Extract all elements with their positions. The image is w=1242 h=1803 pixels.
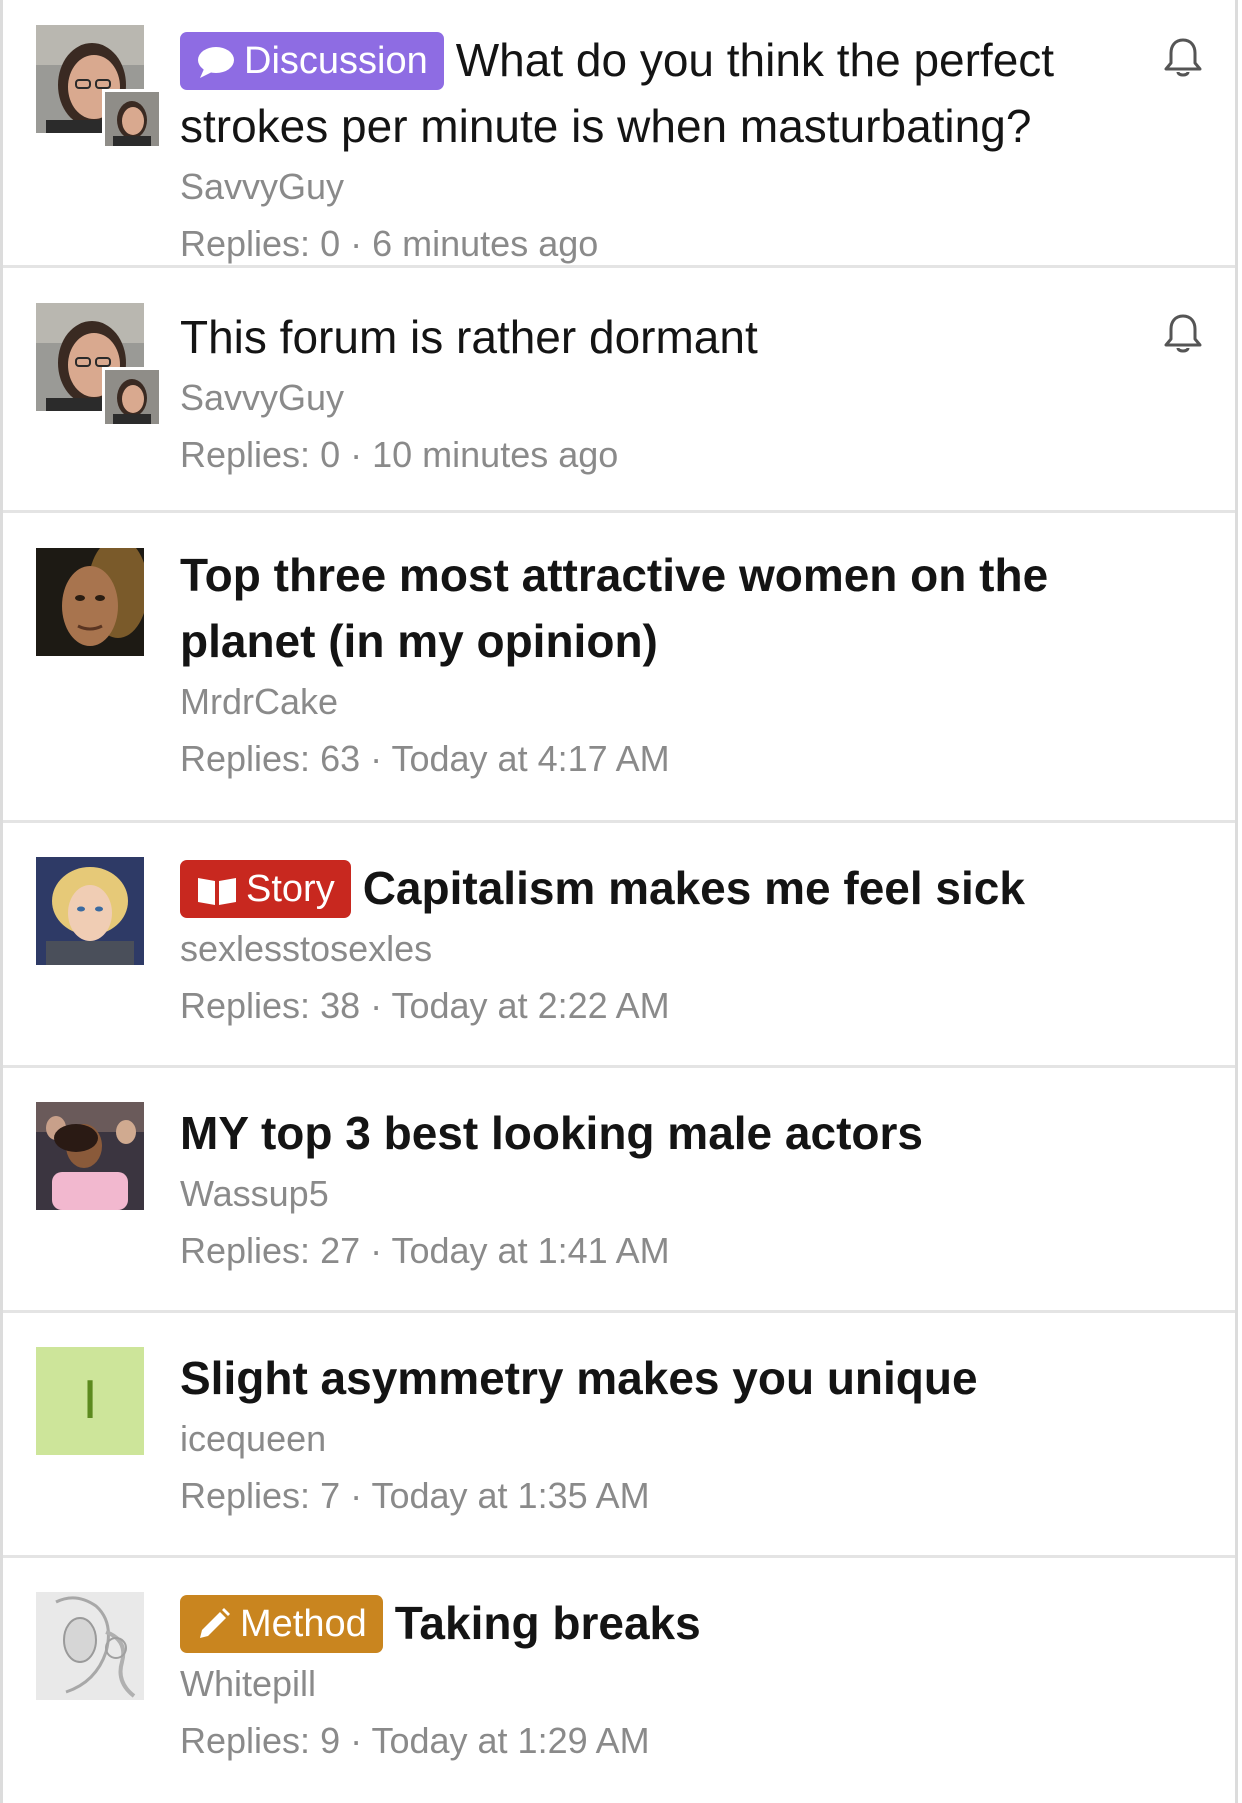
reply-count: Replies: 7 bbox=[180, 1475, 341, 1516]
thread-title[interactable]: Top three most attractive women on the p… bbox=[180, 542, 1167, 674]
thread-list: Discussion What do you think the perfect … bbox=[0, 0, 1238, 1803]
last-post-time[interactable]: Today at 4:17 AM bbox=[391, 738, 669, 779]
meta-separator: · bbox=[350, 1720, 363, 1761]
last-post-time[interactable]: Today at 2:22 AM bbox=[391, 985, 669, 1026]
meta-separator: · bbox=[350, 1475, 363, 1516]
thread-meta: Replies: 0 · 10 minutes ago bbox=[180, 429, 1167, 481]
meta-separator: · bbox=[370, 985, 383, 1026]
prefix-label: Story bbox=[246, 868, 335, 910]
thread-author[interactable]: SavvyGuy bbox=[180, 372, 1167, 424]
prefix-discussion[interactable]: Discussion bbox=[180, 32, 444, 90]
thread-author[interactable]: SavvyGuy bbox=[180, 161, 1167, 213]
last-poster-avatar[interactable] bbox=[102, 367, 162, 427]
bell-icon[interactable] bbox=[1161, 312, 1205, 356]
avatar-photo bbox=[36, 548, 144, 656]
thread-meta: Replies: 27 · Today at 1:41 AM bbox=[180, 1225, 1167, 1277]
thread-author[interactable]: icequeen bbox=[180, 1413, 1167, 1465]
avatar-photo bbox=[36, 857, 144, 965]
thread-author[interactable]: sexlesstosexles bbox=[180, 923, 1167, 975]
thread-title[interactable]: Story Capitalism makes me feel sick bbox=[180, 855, 1167, 921]
avatar[interactable] bbox=[36, 548, 144, 656]
avatar[interactable] bbox=[36, 25, 162, 149]
reply-count: Replies: 63 bbox=[180, 738, 361, 779]
avatar-photo bbox=[36, 1592, 144, 1700]
avatar[interactable]: I bbox=[36, 1347, 144, 1455]
pencil-icon bbox=[196, 1601, 232, 1659]
last-poster-avatar[interactable] bbox=[102, 89, 162, 149]
thread-item[interactable]: I Slight asymmetry makes you unique iceq… bbox=[3, 1313, 1235, 1558]
thread-title-text[interactable]: This forum is rather dormant bbox=[180, 311, 758, 363]
meta-separator: · bbox=[350, 223, 363, 264]
thread-title-text[interactable]: Top three most attractive women on the p… bbox=[180, 549, 1048, 667]
thread-item[interactable]: MY top 3 best looking male actors Wassup… bbox=[3, 1068, 1235, 1313]
thread-meta: Replies: 7 · Today at 1:35 AM bbox=[180, 1470, 1167, 1522]
reply-count: Replies: 38 bbox=[180, 985, 361, 1026]
bell-icon[interactable] bbox=[1161, 36, 1205, 80]
thread-item[interactable]: Top three most attractive women on the p… bbox=[3, 513, 1235, 823]
reply-count: Replies: 0 bbox=[180, 434, 341, 475]
avatar-photo bbox=[36, 1102, 144, 1210]
thread-meta: Replies: 63 · Today at 4:17 AM bbox=[180, 733, 1167, 785]
thread-title[interactable]: Slight asymmetry makes you unique bbox=[180, 1345, 1167, 1411]
thread-title-text[interactable]: Capitalism makes me feel sick bbox=[363, 862, 1025, 914]
avatar[interactable] bbox=[36, 303, 162, 427]
avatar[interactable] bbox=[36, 1102, 144, 1210]
meta-separator: · bbox=[350, 434, 363, 475]
open-book-icon bbox=[196, 866, 238, 924]
meta-separator: · bbox=[370, 1230, 383, 1271]
avatar[interactable] bbox=[36, 857, 144, 965]
speech-bubble-icon bbox=[196, 38, 236, 96]
thread-title[interactable]: Discussion What do you think the perfect … bbox=[180, 27, 1167, 159]
prefix-label: Method bbox=[240, 1603, 367, 1645]
thread-meta: Replies: 0 · 6 minutes ago bbox=[180, 218, 1167, 270]
reply-count: Replies: 27 bbox=[180, 1230, 361, 1271]
thread-title-text[interactable]: MY top 3 best looking male actors bbox=[180, 1107, 923, 1159]
thread-author[interactable]: Wassup5 bbox=[180, 1168, 1167, 1220]
last-post-time[interactable]: 6 minutes ago bbox=[372, 223, 598, 264]
thread-title[interactable]: This forum is rather dormant bbox=[180, 304, 1167, 370]
thread-item[interactable]: Discussion What do you think the perfect … bbox=[3, 0, 1235, 268]
thread-item[interactable]: Story Capitalism makes me feel sick sexle… bbox=[3, 823, 1235, 1068]
thread-item[interactable]: Method Taking breaks Whitepill Replies: 9… bbox=[3, 1558, 1235, 1803]
thread-title[interactable]: MY top 3 best looking male actors bbox=[180, 1100, 1167, 1166]
thread-item[interactable]: This forum is rather dormant SavvyGuy Re… bbox=[3, 268, 1235, 513]
prefix-method[interactable]: Method bbox=[180, 1595, 383, 1653]
thread-author[interactable]: MrdrCake bbox=[180, 676, 1167, 728]
thread-author[interactable]: Whitepill bbox=[180, 1658, 1167, 1710]
thread-title-text[interactable]: Taking breaks bbox=[395, 1597, 701, 1649]
prefix-story[interactable]: Story bbox=[180, 860, 351, 918]
last-post-time[interactable]: Today at 1:29 AM bbox=[371, 1720, 649, 1761]
reply-count: Replies: 0 bbox=[180, 223, 341, 264]
thread-title-text[interactable]: Slight asymmetry makes you unique bbox=[180, 1352, 978, 1404]
last-post-time[interactable]: Today at 1:35 AM bbox=[371, 1475, 649, 1516]
reply-count: Replies: 9 bbox=[180, 1720, 341, 1761]
letter-avatar: I bbox=[36, 1347, 144, 1455]
thread-meta: Replies: 38 · Today at 2:22 AM bbox=[180, 980, 1167, 1032]
avatar[interactable] bbox=[36, 1592, 144, 1700]
meta-separator: · bbox=[370, 738, 383, 779]
last-post-time[interactable]: 10 minutes ago bbox=[372, 434, 618, 475]
prefix-label: Discussion bbox=[244, 40, 428, 82]
last-post-time[interactable]: Today at 1:41 AM bbox=[391, 1230, 669, 1271]
thread-title[interactable]: Method Taking breaks bbox=[180, 1590, 1167, 1656]
thread-meta: Replies: 9 · Today at 1:29 AM bbox=[180, 1715, 1167, 1767]
